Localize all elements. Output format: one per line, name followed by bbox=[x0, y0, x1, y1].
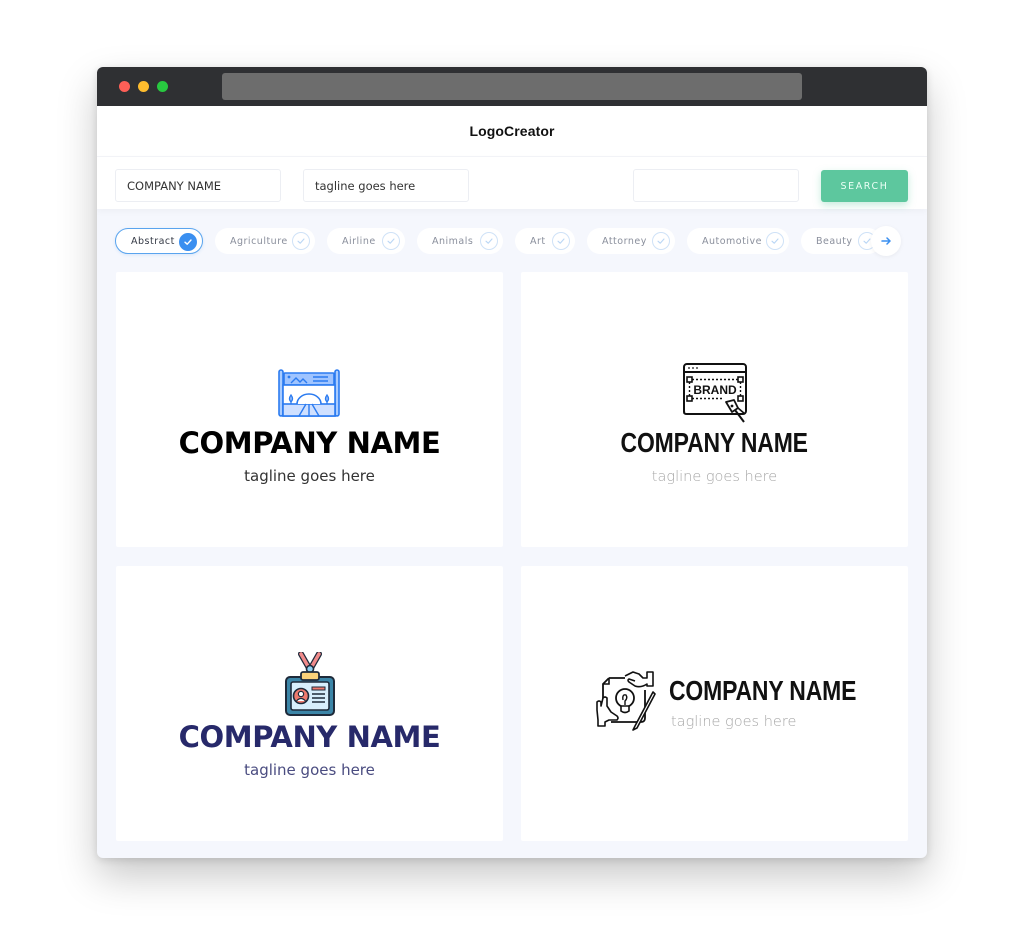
category-chip-abstract[interactable]: Abstract bbox=[115, 228, 203, 254]
tagline-text: tagline goes here bbox=[244, 467, 375, 485]
app-header: LogoCreator bbox=[97, 106, 927, 156]
tagline-text: tagline goes here bbox=[671, 714, 797, 730]
logo-card[interactable]: COMPANY NAME tagline goes here bbox=[521, 566, 908, 841]
category-label: Agriculture bbox=[230, 235, 288, 247]
company-name-text: COMPANY NAME bbox=[178, 720, 441, 754]
scroll-categories-right-button[interactable] bbox=[871, 226, 901, 256]
check-icon bbox=[552, 232, 570, 250]
category-chip-animals[interactable]: Animals bbox=[417, 228, 503, 254]
address-bar[interactable] bbox=[222, 73, 802, 100]
category-chip-art[interactable]: Art bbox=[515, 228, 575, 254]
category-label: Airline bbox=[342, 235, 376, 247]
minimize-window-button[interactable] bbox=[138, 81, 149, 92]
brand-pen-tool-icon: BRAND bbox=[682, 363, 747, 423]
category-label: Abstract bbox=[131, 235, 175, 247]
browser-window: LogoCreator SEARCH Abstract Agriculture … bbox=[97, 67, 927, 858]
check-icon bbox=[292, 232, 310, 250]
check-icon bbox=[480, 232, 498, 250]
category-chip-automotive[interactable]: Automotive bbox=[687, 228, 789, 254]
svg-text:BRAND: BRAND bbox=[693, 383, 737, 397]
id-badge-icon bbox=[285, 652, 335, 716]
category-label: Animals bbox=[432, 235, 474, 247]
close-window-button[interactable] bbox=[119, 81, 130, 92]
logo-card[interactable]: COMPANY NAME tagline goes here bbox=[116, 566, 503, 841]
app-title[interactable]: LogoCreator bbox=[469, 123, 554, 139]
tagline-text: tagline goes here bbox=[244, 761, 375, 779]
category-label: Beauty bbox=[816, 235, 853, 247]
category-label: Attorney bbox=[602, 235, 647, 247]
tagline-input[interactable] bbox=[303, 169, 469, 202]
company-name-input[interactable] bbox=[115, 169, 281, 202]
category-chip-agriculture[interactable]: Agriculture bbox=[215, 228, 315, 254]
category-chip-attorney[interactable]: Attorney bbox=[587, 228, 675, 254]
tagline-text: tagline goes here bbox=[651, 469, 778, 485]
maximize-window-button[interactable] bbox=[157, 81, 168, 92]
idea-collaboration-icon bbox=[596, 671, 656, 731]
check-icon bbox=[382, 232, 400, 250]
category-filter-bar: Abstract Agriculture Airline Animals Art… bbox=[115, 226, 905, 256]
category-label: Art bbox=[530, 235, 546, 247]
billboard-landscape-icon bbox=[278, 369, 340, 417]
logo-search-toolbar: SEARCH bbox=[97, 156, 927, 209]
company-name-text: COMPANY NAME bbox=[620, 427, 809, 458]
company-name-text: COMPANY NAME bbox=[178, 426, 441, 460]
keyword-input[interactable] bbox=[633, 169, 799, 202]
category-chip-beauty[interactable]: Beauty bbox=[801, 228, 881, 254]
search-button[interactable]: SEARCH bbox=[821, 170, 908, 202]
title-bar bbox=[97, 67, 927, 106]
category-label: Automotive bbox=[702, 235, 762, 247]
check-icon bbox=[179, 233, 197, 251]
arrow-right-icon bbox=[880, 237, 891, 245]
logo-card[interactable]: COMPANY NAME tagline goes here bbox=[116, 272, 503, 547]
company-name-text: COMPANY NAME bbox=[669, 675, 857, 706]
category-chip-airline[interactable]: Airline bbox=[327, 228, 405, 254]
check-icon bbox=[652, 232, 670, 250]
check-icon bbox=[766, 232, 784, 250]
logo-card[interactable]: BRAND COMPANY NAME tagline goes here bbox=[521, 272, 908, 547]
